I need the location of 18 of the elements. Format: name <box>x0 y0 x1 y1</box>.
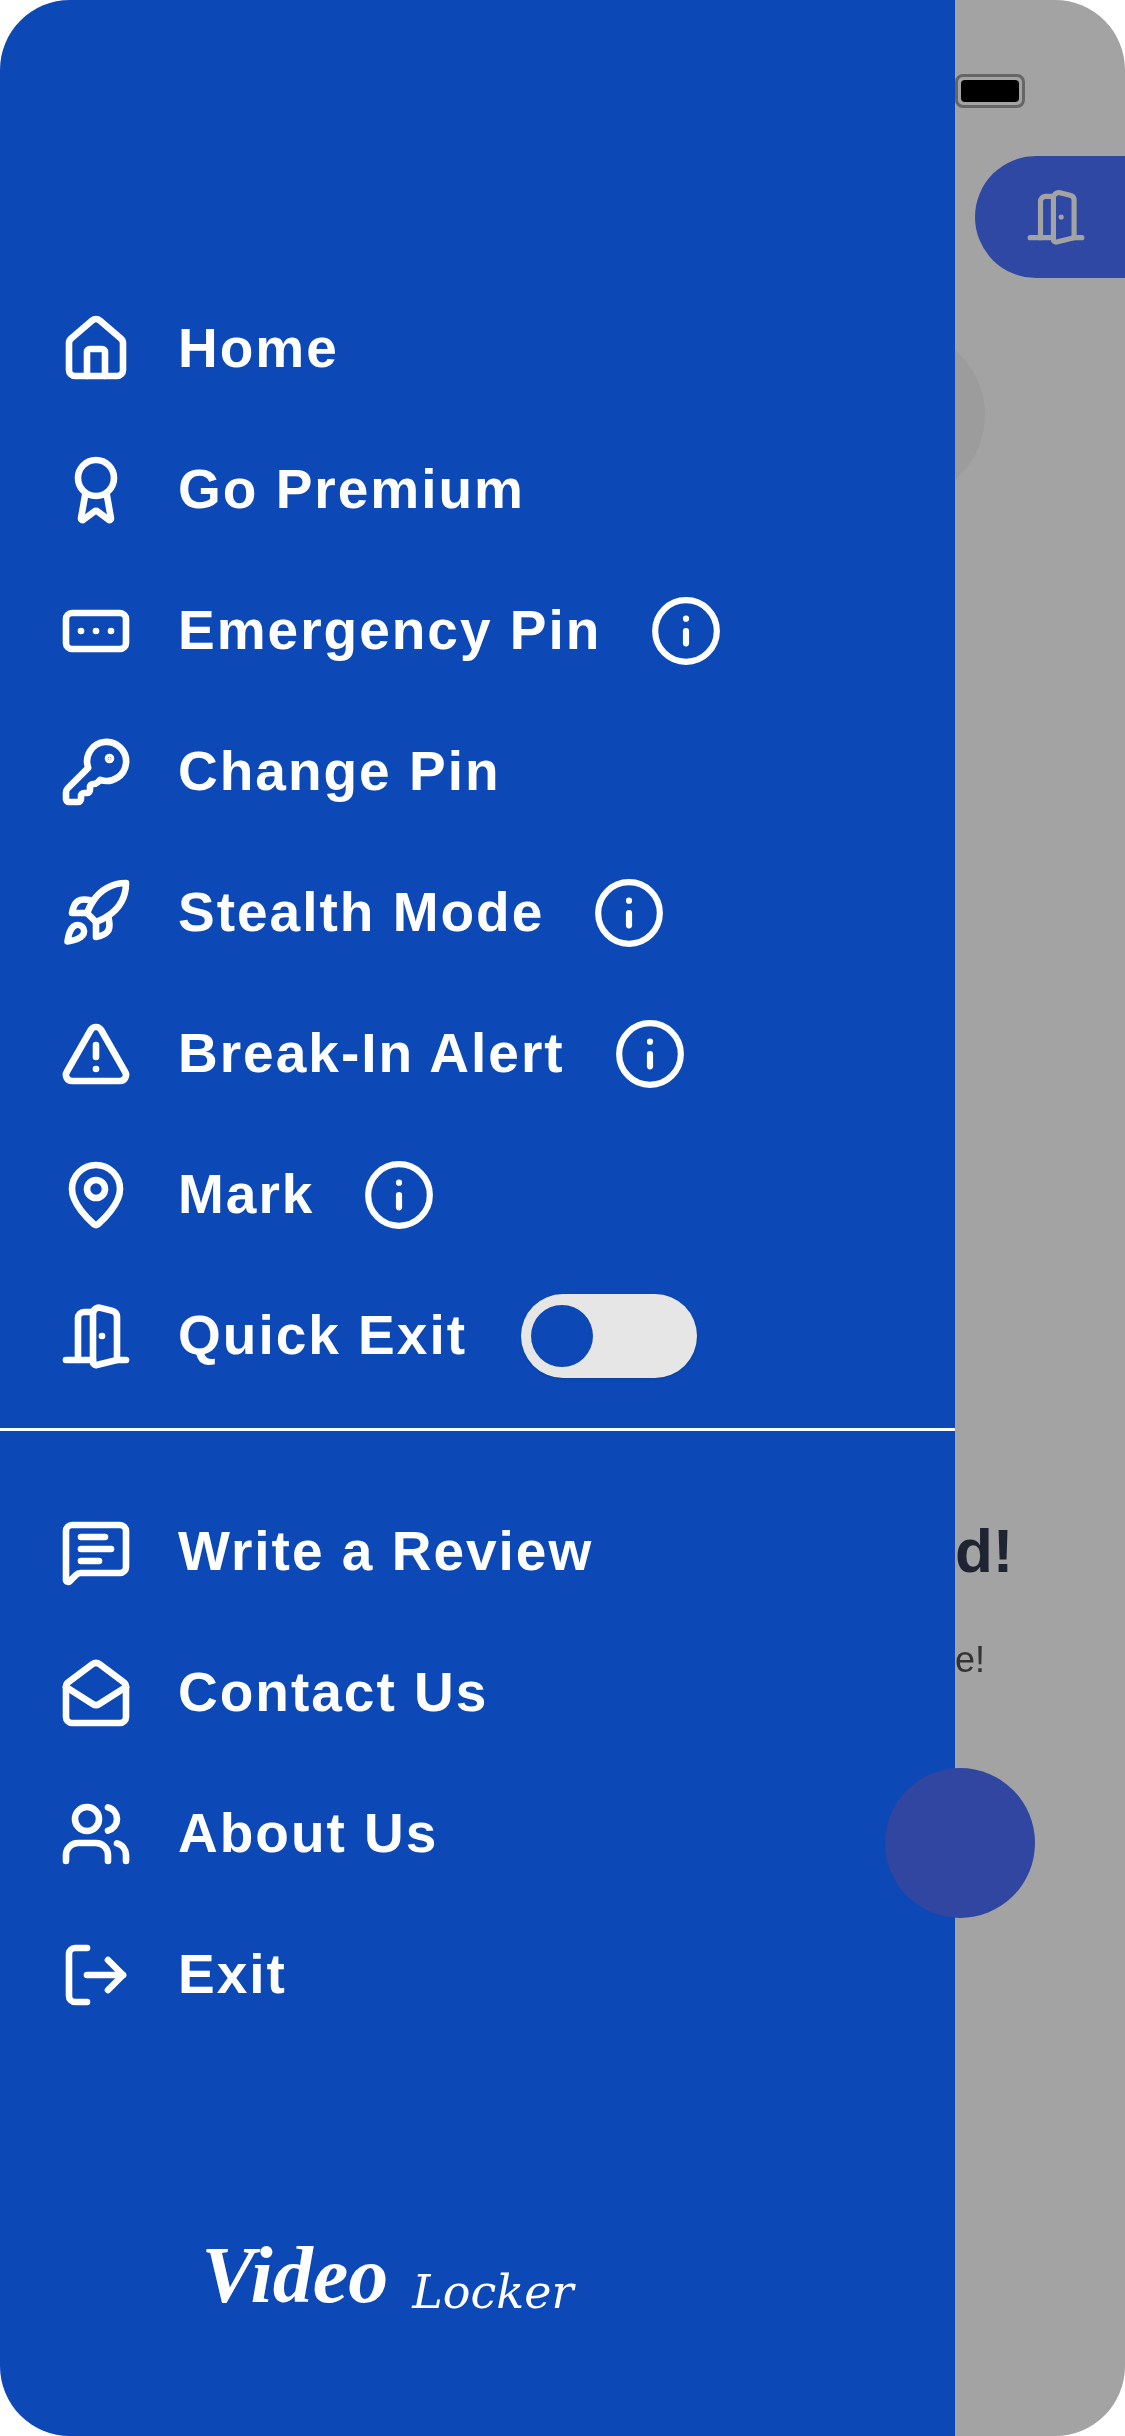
menu-item[interactable]: Quick Exit <box>178 1294 467 1377</box>
battery-icon <box>955 74 1025 108</box>
subtitle-text: e! <box>955 1642 987 1678</box>
menu-item[interactable]: Break-In Alert <box>178 1012 565 1095</box>
logo-title: Video <box>201 2230 389 2321</box>
menu-item[interactable]: Stealth Mode <box>178 871 545 954</box>
menu-item[interactable]: Contact Us <box>178 1651 489 1734</box>
menu-item[interactable]: Write a Review <box>178 1510 594 1593</box>
menu-item[interactable]: Emergency Pin <box>178 589 602 672</box>
menu-item[interactable]: Exit <box>178 1933 287 2016</box>
quick-exit-button[interactable] <box>975 156 1125 278</box>
menu-item[interactable]: Home <box>178 307 339 390</box>
menu-item[interactable]: About Us <box>178 1792 439 1875</box>
menu-item[interactable]: Go Premium <box>178 448 526 531</box>
menu-item[interactable]: Mark <box>178 1153 315 1236</box>
heading-text: d! <box>955 1520 1015 1582</box>
menu-item[interactable]: Change Pin <box>178 730 501 813</box>
logo-subtitle: Locker <box>412 2264 574 2321</box>
